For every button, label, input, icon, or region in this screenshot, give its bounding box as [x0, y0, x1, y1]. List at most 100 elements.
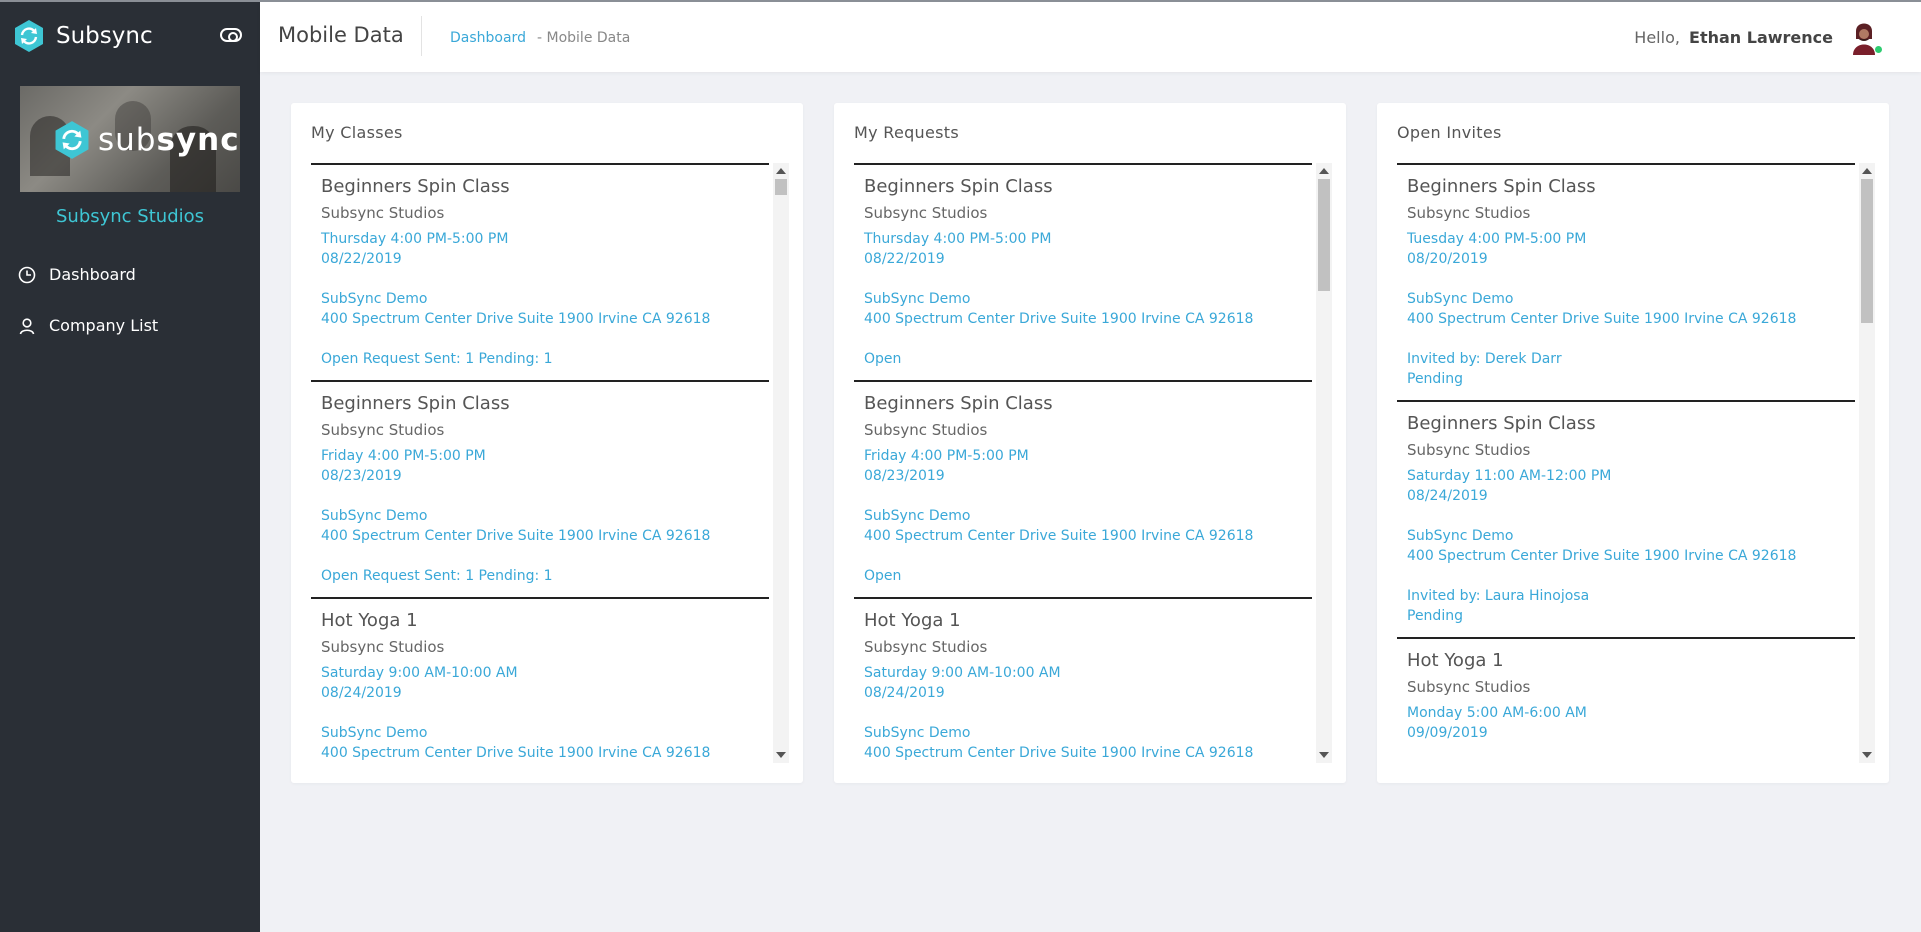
my-classes-card: My Classes Beginners Spin Class Subsync …: [291, 103, 803, 783]
list-item[interactable]: Hot Yoga 1 Subsync Studios Saturday 9:00…: [854, 597, 1312, 763]
class-address: 400 Spectrum Center Drive Suite 1900 Irv…: [864, 745, 1254, 761]
class-date: 08/24/2019: [321, 685, 402, 701]
list-item[interactable]: Beginners Spin Class Subsync Studios Sat…: [1397, 400, 1855, 637]
class-date: 08/24/2019: [864, 685, 945, 701]
class-date: 08/20/2019: [1407, 251, 1488, 267]
class-date: 08/24/2019: [1407, 488, 1488, 504]
class-status: Open Request Sent: 1 Pending: 1: [321, 351, 553, 367]
invited-by: Invited by: Derek Darr: [1407, 351, 1562, 367]
class-list[interactable]: Beginners Spin Class Subsync Studios Thu…: [311, 163, 789, 763]
class-time: Friday 4:00 PM-5:00 PM: [864, 448, 1029, 464]
list-item[interactable]: Beginners Spin Class Subsync Studios Tue…: [1397, 163, 1855, 400]
scroll-thumb[interactable]: [1861, 179, 1873, 323]
class-company: SubSync Demo: [321, 725, 428, 741]
class-time: Saturday 11:00 AM-12:00 PM: [1407, 468, 1612, 484]
sidebar-item-company-list[interactable]: Company List: [18, 316, 158, 335]
sidebar-item-dashboard[interactable]: Dashboard: [18, 265, 136, 284]
class-title: Beginners Spin Class: [864, 393, 1053, 414]
class-time: Thursday 4:00 PM-5:00 PM: [321, 231, 509, 247]
subsync-logo-icon: [15, 20, 43, 52]
class-address: 400 Spectrum Center Drive Suite 1900 Irv…: [864, 528, 1254, 544]
class-address: 400 Spectrum Center Drive Suite 1900 Irv…: [321, 311, 711, 327]
sidebar-item-label: Dashboard: [49, 265, 136, 284]
my-requests-card: My Requests Beginners Spin Class Subsync…: [834, 103, 1346, 783]
class-title: Beginners Spin Class: [321, 393, 510, 414]
sidebar-toggle-icon[interactable]: [220, 28, 242, 42]
list-item[interactable]: Beginners Spin Class Subsync Studios Fri…: [854, 380, 1312, 597]
top-border-line: [0, 0, 1921, 2]
breadcrumb-dashboard-link[interactable]: Dashboard: [450, 30, 526, 46]
class-studio: Subsync Studios: [1407, 441, 1531, 459]
scroll-thumb[interactable]: [1318, 179, 1330, 291]
scrollbar[interactable]: [773, 163, 789, 763]
scroll-down-arrow-icon[interactable]: [776, 752, 786, 758]
scroll-down-arrow-icon[interactable]: [1319, 752, 1329, 758]
class-studio: Subsync Studios: [321, 204, 445, 222]
class-company: SubSync Demo: [321, 291, 428, 307]
invite-list[interactable]: Beginners Spin Class Subsync Studios Tue…: [1397, 163, 1875, 763]
class-time: Thursday 4:00 PM-5:00 PM: [864, 231, 1052, 247]
class-company: SubSync Demo: [864, 725, 971, 741]
studio-name: Subsync Studios: [55, 206, 205, 227]
class-time: Friday 4:00 PM-5:00 PM: [321, 448, 486, 464]
invite-status: Pending: [1407, 608, 1463, 624]
invited-by: Invited by: Laura Hinojosa: [1407, 588, 1590, 604]
class-title: Beginners Spin Class: [1407, 413, 1596, 434]
class-date: 08/22/2019: [321, 251, 402, 267]
card-title: My Classes: [311, 123, 403, 142]
request-list[interactable]: Beginners Spin Class Subsync Studios Thu…: [854, 163, 1332, 763]
class-title: Beginners Spin Class: [864, 176, 1053, 197]
sidebar-item-label: Company List: [49, 316, 159, 335]
list-item[interactable]: Beginners Spin Class Subsync Studios Thu…: [311, 163, 769, 380]
class-address: 400 Spectrum Center Drive Suite 1900 Irv…: [1407, 548, 1797, 564]
scroll-up-arrow-icon[interactable]: [1319, 168, 1329, 174]
list-item[interactable]: Beginners Spin Class Subsync Studios Fri…: [311, 380, 769, 597]
studio-banner-image: subsync: [20, 86, 240, 192]
breadcrumb-current: - Mobile Data: [537, 30, 631, 46]
class-company: SubSync Demo: [1407, 291, 1514, 307]
scroll-thumb[interactable]: [775, 179, 787, 195]
subsync-banner-logo-icon: [55, 121, 89, 159]
class-studio: Subsync Studios: [864, 638, 988, 656]
class-studio: Subsync Studios: [1407, 204, 1531, 222]
scroll-up-arrow-icon[interactable]: [1862, 168, 1872, 174]
class-time: Monday 5:00 AM-6:00 AM: [1407, 705, 1587, 721]
scroll-up-arrow-icon[interactable]: [776, 168, 786, 174]
list-item[interactable]: Hot Yoga 1 Subsync Studios Saturday 9:00…: [311, 597, 769, 763]
banner-logo-text: subsync: [98, 122, 240, 158]
user-name[interactable]: Ethan Lawrence: [1689, 28, 1833, 47]
scrollbar[interactable]: [1859, 163, 1875, 763]
class-date: 08/22/2019: [864, 251, 945, 267]
class-studio: Subsync Studios: [321, 421, 445, 439]
class-status: Open Request Sent: 1 Pending: 1: [321, 568, 553, 584]
open-invites-card: Open Invites Beginners Spin Class Subsyn…: [1377, 103, 1889, 783]
user-icon: [19, 317, 35, 334]
class-title: Hot Yoga 1: [864, 610, 961, 631]
request-status: Open: [864, 351, 902, 367]
class-company: SubSync Demo: [1407, 528, 1514, 544]
class-company: SubSync Demo: [321, 508, 428, 524]
class-address: 400 Spectrum Center Drive Suite 1900 Irv…: [321, 528, 711, 544]
class-date: 08/23/2019: [321, 468, 402, 484]
scrollbar[interactable]: [1316, 163, 1332, 763]
card-title: Open Invites: [1397, 123, 1502, 142]
list-item[interactable]: Beginners Spin Class Subsync Studios Thu…: [854, 163, 1312, 380]
class-company: SubSync Demo: [864, 508, 971, 524]
class-title: Hot Yoga 1: [321, 610, 418, 631]
class-address: 400 Spectrum Center Drive Suite 1900 Irv…: [864, 311, 1254, 327]
class-studio: Subsync Studios: [1407, 678, 1531, 696]
class-title: Beginners Spin Class: [321, 176, 510, 197]
class-time: Saturday 9:00 AM-10:00 AM: [864, 665, 1061, 681]
header-divider: [421, 16, 422, 56]
class-title: Hot Yoga 1: [1407, 650, 1504, 671]
sidebar: Subsync subsync Subsync Studios Dashboar…: [0, 0, 260, 932]
user-greeting: Hello, Ethan Lawrence: [1634, 28, 1833, 47]
class-date: 09/09/2019: [1407, 725, 1488, 741]
greeting-text: Hello,: [1634, 28, 1680, 47]
class-company: SubSync Demo: [864, 291, 971, 307]
class-studio: Subsync Studios: [864, 421, 988, 439]
scroll-down-arrow-icon[interactable]: [1862, 752, 1872, 758]
invite-status: Pending: [1407, 371, 1463, 387]
list-item[interactable]: Hot Yoga 1 Subsync Studios Monday 5:00 A…: [1397, 637, 1855, 763]
class-date: 08/23/2019: [864, 468, 945, 484]
